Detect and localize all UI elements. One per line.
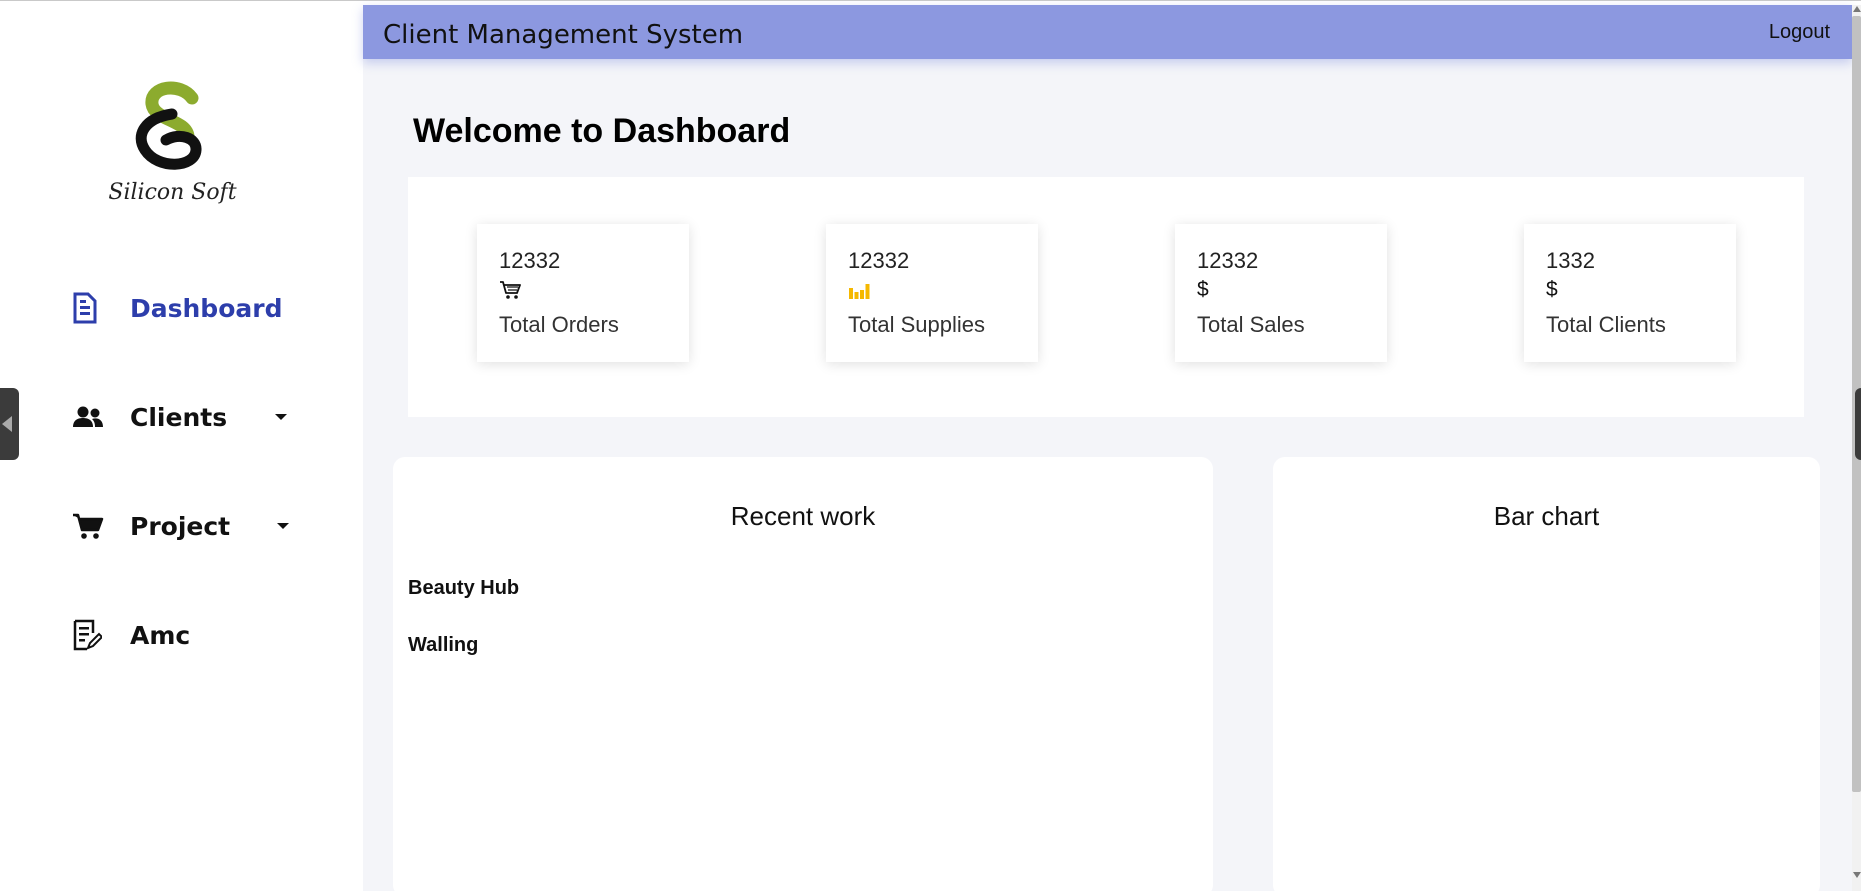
bar-chart-title: Bar chart: [1493, 501, 1600, 531]
stat-card-supplies: 12332 Total Supplies: [826, 224, 1038, 362]
scroll-up-arrow-icon[interactable]: [1853, 6, 1861, 12]
logo-text: Silicon Soft: [108, 180, 237, 205]
recent-work-title: Recent work: [730, 501, 876, 531]
right-panel-handle[interactable]: [1855, 388, 1861, 460]
stat-label: Total Clients: [1546, 312, 1666, 337]
sidebar-item-dashboard[interactable]: Dashboard: [72, 288, 312, 328]
dollar-icon: $: [1197, 278, 1209, 301]
stats-panel: 12332 Total Orders 12332 Total Supplies …: [408, 177, 1804, 417]
sidebar-item-label: Clients: [130, 402, 228, 432]
list-item[interactable]: Beauty Hub: [408, 577, 519, 600]
stat-card-clients: 1332 $ Total Clients: [1524, 224, 1736, 362]
sidebar-item-project[interactable]: Project: [72, 506, 312, 546]
dollar-icon: $: [1546, 278, 1558, 301]
stat-value: 12332: [1197, 248, 1259, 273]
sidebar-item-label: Amc: [130, 620, 191, 650]
logo-s-mark: [135, 81, 202, 170]
stat-value: 12332: [848, 248, 910, 273]
edit-document-icon: [72, 619, 108, 651]
page-title: Welcome to Dashboard: [413, 112, 791, 150]
document-icon: [72, 292, 108, 324]
top-header: Client Management System Logout: [363, 5, 1852, 59]
stat-value: 1332: [1546, 248, 1595, 273]
chevron-down-icon[interactable]: [275, 414, 287, 420]
cart-icon: [72, 510, 108, 542]
scroll-down-arrow-icon[interactable]: [1853, 872, 1861, 878]
sidebar-item-amc[interactable]: Amc: [72, 615, 312, 655]
stat-label: Total Supplies: [848, 312, 985, 337]
company-logo: Silicon Soft: [100, 80, 245, 220]
list-item[interactable]: Walling: [408, 634, 478, 657]
stat-label: Total Orders: [499, 312, 619, 337]
main-content: Client Management System Logout Welcome …: [363, 5, 1852, 891]
sidebar-item-label: Dashboard: [130, 293, 283, 323]
stat-card-orders: 12332 Total Orders: [477, 224, 689, 362]
bar-chart-card: Bar chart: [1273, 457, 1820, 891]
sidebar-item-label: Project: [130, 511, 231, 541]
stat-value: 12332: [499, 248, 561, 273]
sidebar-item-clients[interactable]: Clients: [72, 397, 312, 437]
users-icon: [72, 401, 108, 433]
chevron-down-icon[interactable]: [277, 523, 289, 529]
app-title: Client Management System: [383, 20, 744, 50]
sidebar: Silicon Soft Dashboard Clients Project A…: [0, 5, 363, 891]
cart-icon: [499, 280, 523, 300]
bar-chart-icon: [848, 280, 872, 300]
logout-button[interactable]: Logout: [1769, 21, 1830, 44]
stat-label: Total Sales: [1197, 312, 1305, 337]
sidebar-collapse-handle[interactable]: [0, 388, 19, 460]
recent-work-card: Recent work Beauty Hub Walling: [393, 457, 1213, 891]
stat-card-sales: 12332 $ Total Sales: [1175, 224, 1387, 362]
